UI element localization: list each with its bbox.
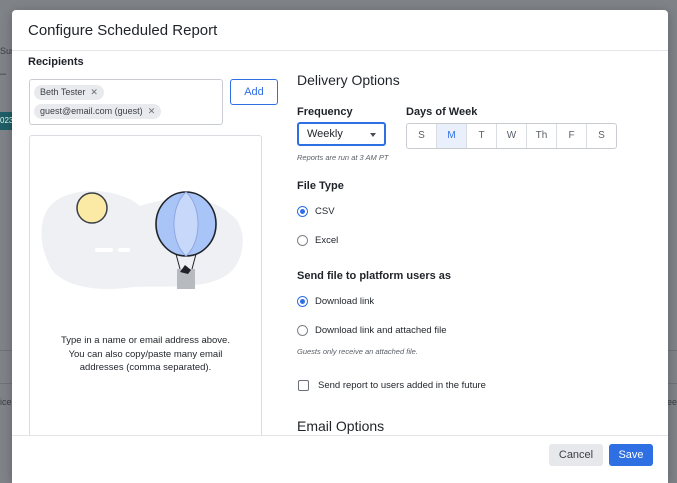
add-recipient-button[interactable]: Add [230, 79, 278, 105]
background-tag: 023 [0, 112, 13, 130]
chevron-down-icon [370, 133, 376, 137]
file-type-label: File Type [297, 180, 344, 192]
delivery-options-heading: Delivery Options [297, 72, 400, 88]
email-options-heading: Email Options [297, 418, 385, 434]
download-link-label: Download link [315, 296, 375, 307]
day-toggle-friday[interactable]: F [557, 124, 587, 148]
recipient-chip-label: guest@email.com (guest) [40, 106, 143, 116]
download-link-radio[interactable] [297, 296, 308, 307]
help-line: addresses (comma separated). [79, 362, 212, 373]
sun-icon [76, 192, 108, 224]
day-toggle-saturday[interactable]: S [587, 124, 616, 148]
remove-chip-icon[interactable]: ✕ [148, 106, 156, 116]
cloud-dash [118, 248, 130, 252]
day-toggle-tuesday[interactable]: T [467, 124, 497, 148]
file-type-excel-radio[interactable] [297, 235, 308, 246]
frequency-value: Weekly [307, 128, 343, 140]
download-and-attach-label: Download link and attached file [315, 325, 447, 336]
recipients-empty-panel: Type in a name or email address above. Y… [29, 135, 262, 457]
help-line: You can also copy/paste many email [68, 348, 223, 360]
background-text: ee [667, 397, 677, 407]
save-button[interactable]: Save [609, 444, 653, 466]
background-text: – [0, 68, 7, 80]
configure-report-dialog: Configure Scheduled Report Recipients Be… [12, 10, 668, 483]
remove-chip-icon[interactable]: ✕ [90, 87, 98, 97]
day-toggle-sunday[interactable]: S [407, 124, 437, 148]
day-toggle-thursday[interactable]: Th [527, 124, 557, 148]
send-as-label: Send file to platform users as [297, 270, 452, 282]
recipient-chip: Beth Tester ✕ [34, 85, 104, 100]
cloud-dash [95, 248, 113, 252]
recipients-help-text: Type in a name or email address above. Y… [30, 334, 261, 375]
recipient-chip-label: Beth Tester [40, 87, 86, 97]
file-type-excel-label: Excel [315, 235, 339, 246]
day-toggle-wednesday[interactable]: W [497, 124, 527, 148]
dialog-title: Configure Scheduled Report [28, 22, 218, 39]
recipients-input[interactable]: Beth Tester ✕ guest@email.com (guest) ✕ [29, 79, 223, 125]
frequency-select[interactable]: Weekly [297, 122, 386, 146]
future-users-label: Send report to users added in the future [318, 380, 486, 391]
download-and-attach-radio[interactable] [297, 325, 308, 336]
guest-note: Guests only receive an attached file. [297, 347, 418, 356]
recipient-chip: guest@email.com (guest) ✕ [34, 104, 162, 119]
future-users-checkbox[interactable] [298, 380, 309, 391]
help-line: Type in a name or email address above. [61, 335, 230, 346]
file-type-csv-radio[interactable] [297, 206, 308, 217]
run-time-note: Reports are run at 3 AM PT [297, 153, 389, 162]
days-of-week-label: Days of Week [406, 106, 478, 118]
file-type-csv-label: CSV [315, 206, 335, 217]
recipients-label: Recipients [28, 56, 84, 68]
frequency-label: Frequency [297, 106, 353, 118]
days-of-week-picker: S M T W Th F S [406, 123, 617, 149]
background-text: ice [0, 397, 12, 407]
cancel-button[interactable]: Cancel [549, 444, 603, 466]
day-toggle-monday[interactable]: M [437, 124, 467, 148]
hot-air-balloon-illustration [41, 190, 243, 289]
dialog-header: Configure Scheduled Report [12, 10, 668, 51]
